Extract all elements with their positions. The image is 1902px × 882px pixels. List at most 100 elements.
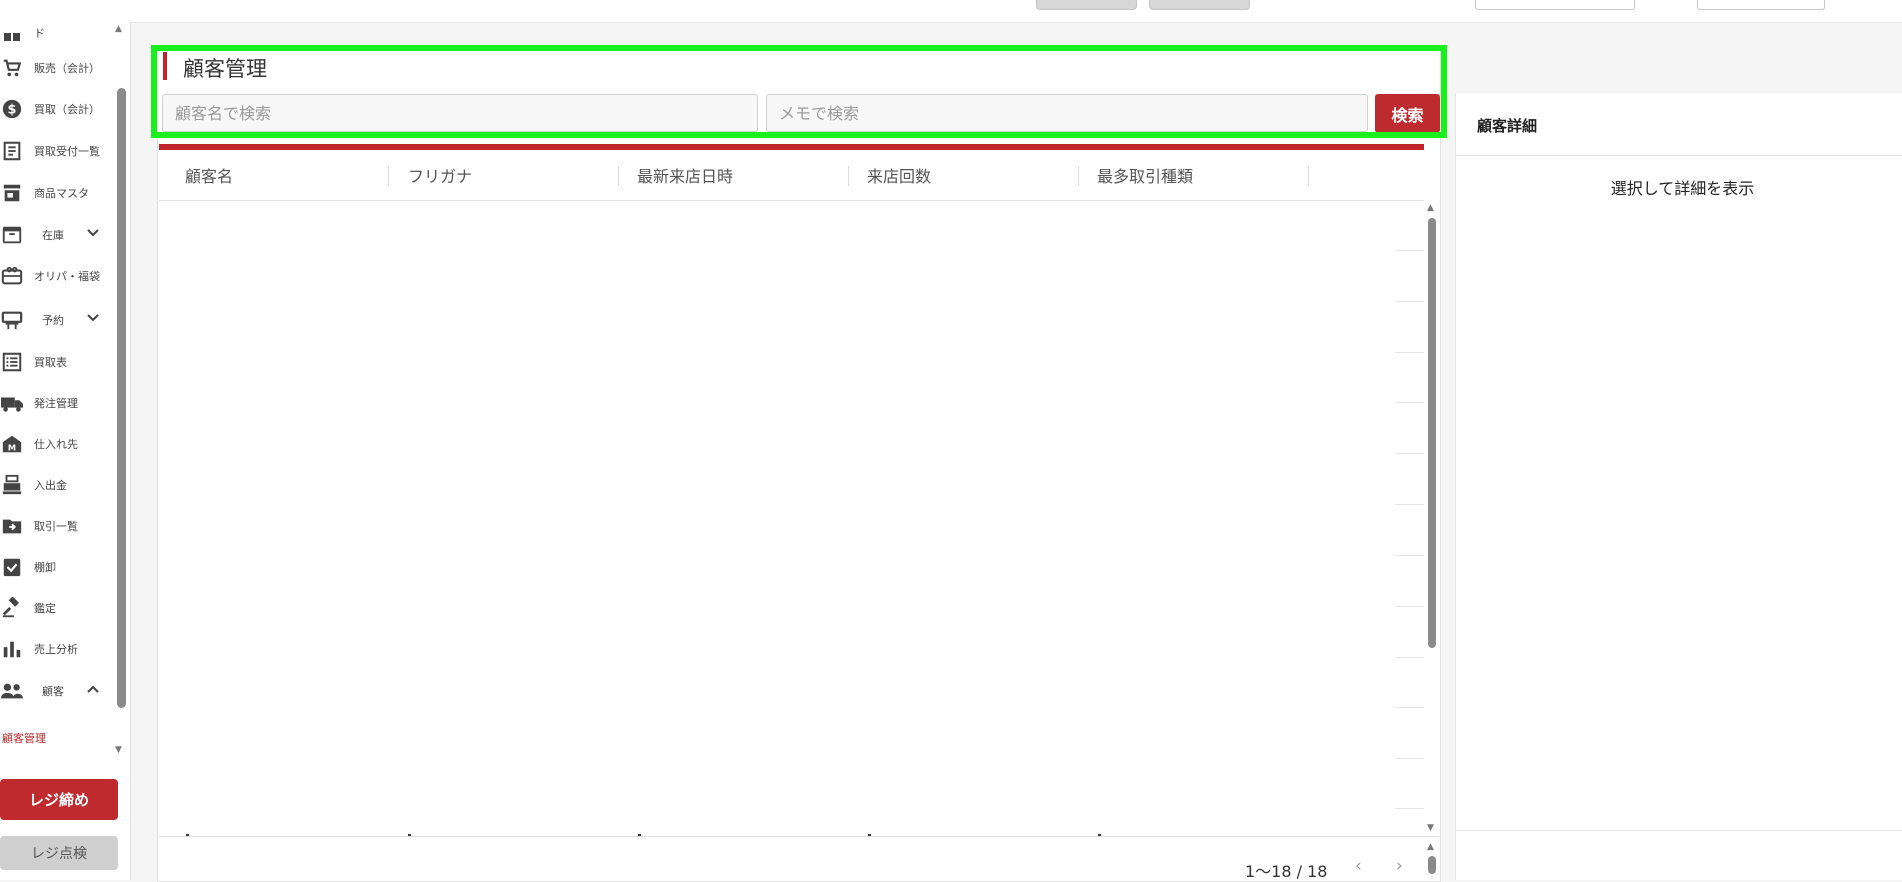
scroll-up-icon[interactable]: ▲ <box>115 24 122 34</box>
table-row <box>1395 504 1424 505</box>
dollar-icon: $ <box>0 97 24 121</box>
memo-search-input[interactable] <box>766 94 1368 132</box>
page-title: 顧客管理 <box>183 57 267 81</box>
column-header-furigana[interactable]: フリガナ <box>408 150 472 200</box>
sidebar-item-label: オリパ・福袋 <box>34 270 100 283</box>
sidebar-item-label: 入出金 <box>34 479 67 492</box>
column-divider <box>618 166 619 186</box>
clipboard-check-icon <box>0 555 24 579</box>
pagination-range: 1〜18 / 18 <box>1245 862 1328 881</box>
table-row <box>1395 808 1424 809</box>
table-row <box>1395 606 1424 607</box>
sidebar-item-oripa[interactable]: オリパ・福袋 <box>0 259 118 293</box>
column-header-visit-count[interactable]: 来店回数 <box>867 150 931 200</box>
register-icon <box>0 473 24 497</box>
bar-chart-icon <box>0 637 24 661</box>
detail-title: 顧客詳細 <box>1477 117 1538 135</box>
dashboard-icon <box>0 21 24 45</box>
table-row <box>1395 453 1424 454</box>
sidebar-item-label: ド <box>34 27 45 40</box>
table-scroll-up-icon[interactable]: ▲ <box>1427 203 1434 213</box>
chevron-right-icon[interactable]: › <box>1396 856 1403 876</box>
sidebar-item-label: 棚卸 <box>34 561 56 574</box>
sidebar-item-label: 売上分析 <box>34 643 78 656</box>
chevron-left-icon[interactable]: ‹ <box>1355 856 1362 876</box>
scroll-down-icon[interactable]: ▼ <box>115 745 122 755</box>
cart-icon <box>0 56 24 80</box>
calendar-desk-icon <box>0 308 24 332</box>
sidebar-item-purchase-reception[interactable]: 買取受付一覧 <box>0 134 118 168</box>
top-action-button-2[interactable] <box>1149 0 1250 10</box>
chevron-down-icon[interactable] <box>86 311 100 328</box>
column-header-last-visit[interactable]: 最新来店日時 <box>637 150 733 200</box>
sidebar-item-order-management[interactable]: 発注管理 <box>0 386 118 420</box>
table-row <box>1395 555 1424 556</box>
column-divider <box>848 166 849 186</box>
search-button[interactable]: 検索 <box>1375 94 1440 133</box>
sidebar-item-dashboard[interactable]: ド <box>0 16 118 50</box>
table-row <box>1395 707 1424 708</box>
column-divider <box>388 166 389 186</box>
detail-empty-message: 選択して詳細を表示 <box>1610 179 1755 198</box>
top-select-1[interactable] <box>1475 0 1635 10</box>
truck-icon <box>0 391 24 415</box>
table-scroll-down-icon[interactable]: ▼ <box>1427 823 1434 833</box>
footer-scrollbar[interactable] <box>1428 856 1436 874</box>
customer-detail-panel <box>1455 93 1902 880</box>
sidebar-item-cash-in-out[interactable]: 入出金 <box>0 468 118 502</box>
close-register-button[interactable]: レジ締め <box>0 779 118 820</box>
table-row <box>1395 352 1424 353</box>
column-divider <box>1308 166 1309 186</box>
sidebar-item-customer[interactable]: 顧客 <box>0 674 118 708</box>
sidebar-item-label: 顧客 <box>42 685 64 698</box>
table-row <box>1395 758 1424 759</box>
sidebar-scrollbar[interactable] <box>117 88 126 708</box>
archive-icon <box>0 223 24 247</box>
top-select-2[interactable] <box>1697 0 1825 10</box>
sidebar-item-inventory[interactable]: 在庫 <box>0 218 118 252</box>
check-register-button[interactable]: レジ点検 <box>0 836 118 870</box>
svg-text:M: M <box>8 442 16 452</box>
sidebar-item-label: 発注管理 <box>34 397 78 410</box>
folder-arrow-icon <box>0 514 24 538</box>
sidebar-item-label: 仕入れ先 <box>34 438 78 451</box>
sidebar-item-label: 買取表 <box>34 356 67 369</box>
sidebar-item-reservation[interactable]: 予約 <box>0 303 118 337</box>
footer-scroll-up-icon[interactable]: ▲ <box>1427 842 1434 852</box>
sidebar-subitem-customer-management[interactable]: 顧客管理 <box>2 730 46 746</box>
chevron-down-icon[interactable] <box>86 226 100 243</box>
sidebar-item-label: 商品マスタ <box>34 187 89 200</box>
sidebar-item-appraisal[interactable]: 鑑定 <box>0 591 118 625</box>
store-icon <box>0 181 24 205</box>
sidebar-item-sales[interactable]: 販売（会計） <box>0 51 118 85</box>
sidebar: ド 販売（会計） $ 買取（会計） 買取受付一覧 商品マスタ 在庫 オリパ・福袋… <box>0 22 131 880</box>
table-row <box>1395 657 1424 658</box>
detail-divider <box>1455 155 1902 156</box>
table-scrollbar[interactable] <box>1428 218 1436 648</box>
sidebar-item-stocktaking[interactable]: 棚卸 <box>0 550 118 584</box>
sidebar-item-label: 販売（会計） <box>34 62 100 75</box>
column-header-customer-name[interactable]: 顧客名 <box>185 150 233 200</box>
sidebar-item-label: 取引一覧 <box>34 520 78 533</box>
sidebar-item-product-master[interactable]: 商品マスタ <box>0 176 118 210</box>
sidebar-item-label: 在庫 <box>42 229 64 242</box>
top-bar <box>0 0 1902 23</box>
table-row <box>1395 402 1424 403</box>
table-row <box>1395 301 1424 302</box>
people-icon <box>0 679 24 703</box>
gavel-icon <box>0 596 24 620</box>
sidebar-item-purchase-table[interactable]: 買取表 <box>0 345 118 379</box>
detail-footer-divider <box>1455 830 1902 831</box>
list-icon <box>0 350 24 374</box>
sidebar-item-label: 予約 <box>42 314 64 327</box>
sidebar-item-sales-analysis[interactable]: 売上分析 <box>0 632 118 666</box>
sidebar-item-supplier[interactable]: M 仕入れ先 <box>0 427 118 461</box>
sidebar-item-label: 買取受付一覧 <box>34 145 100 158</box>
sidebar-item-purchase[interactable]: $ 買取（会計） <box>0 92 118 126</box>
customer-name-search-input[interactable] <box>162 94 758 132</box>
table-header: 顧客名 フリガナ 最新来店日時 来店回数 最多取引種類 <box>159 150 1424 201</box>
top-action-button-1[interactable] <box>1036 0 1137 10</box>
sidebar-item-transactions[interactable]: 取引一覧 <box>0 509 118 543</box>
column-header-top-transaction-type[interactable]: 最多取引種類 <box>1097 150 1193 200</box>
chevron-up-icon[interactable] <box>86 682 100 699</box>
